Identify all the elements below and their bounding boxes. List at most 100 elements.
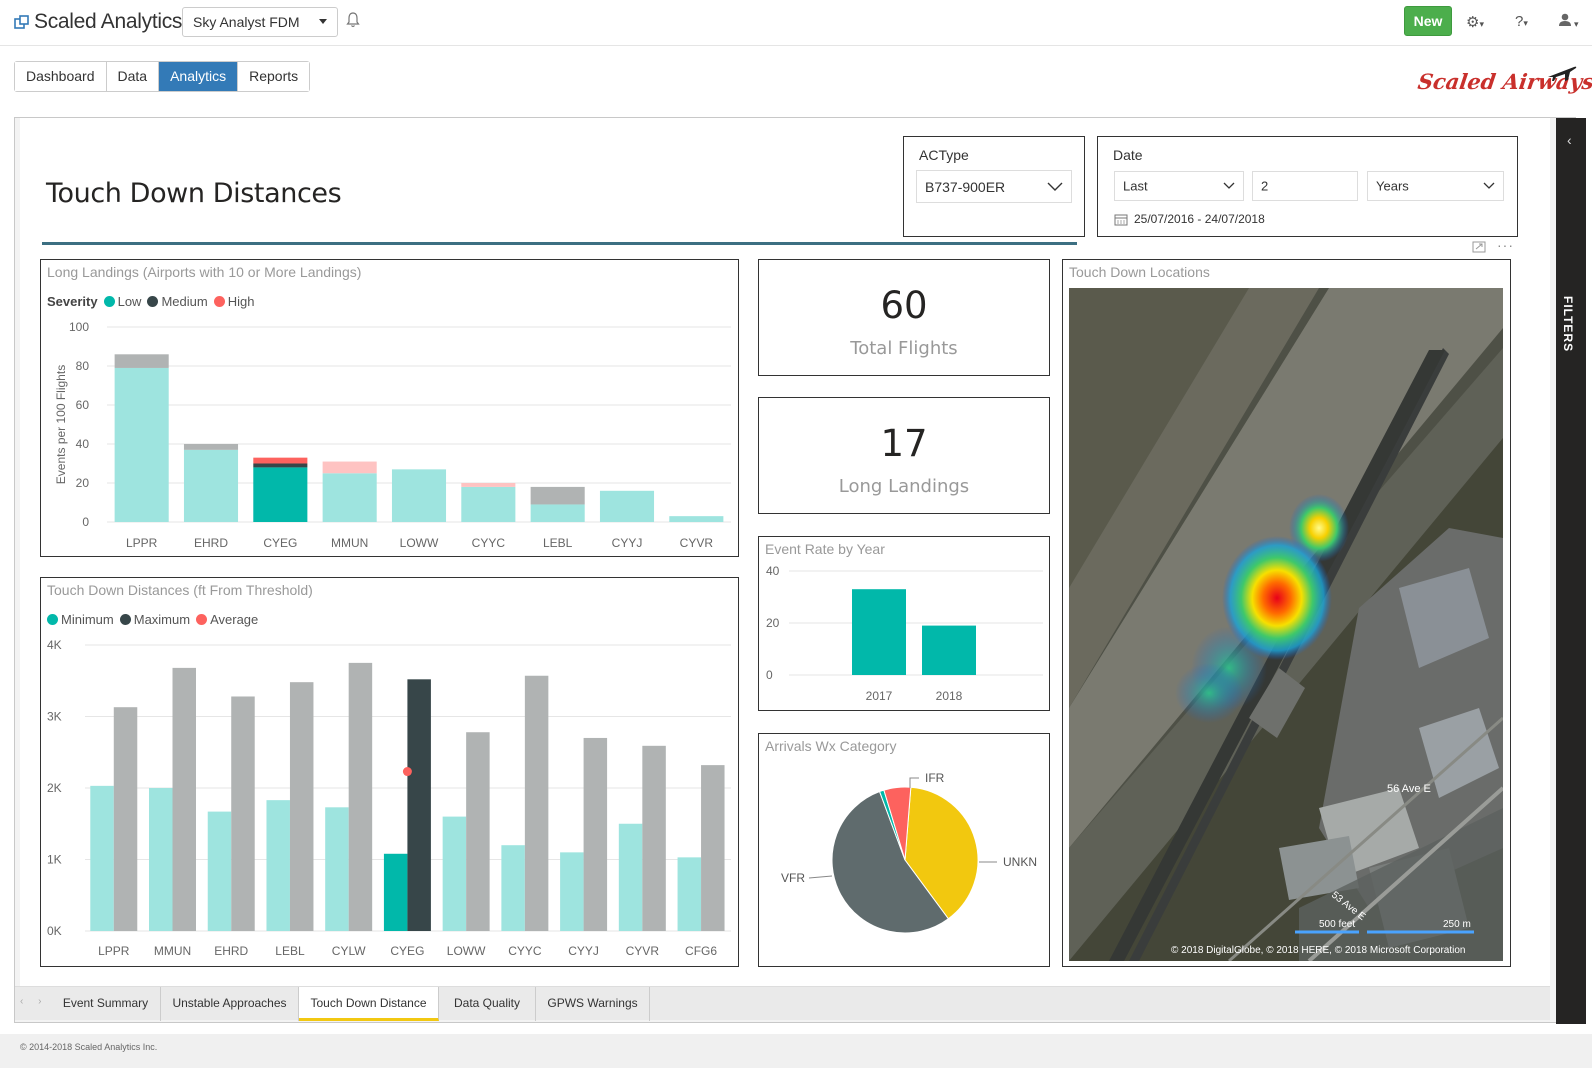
long-landings-chart[interactable]: Long Landings (Airports with 10 or More …	[40, 259, 739, 557]
brand[interactable]: Scaled Analytics	[14, 10, 182, 34]
leader-line-ifr	[909, 777, 919, 788]
chevron-down-icon	[1223, 182, 1235, 189]
airline-logo: Scaled Airways	[1416, 62, 1592, 102]
y-tick-label: 20	[76, 476, 90, 490]
y-tick-label: 80	[76, 359, 90, 373]
bar-low-cyeg	[253, 467, 308, 522]
bar-medium-ehrd	[183, 444, 239, 450]
pie-label-unkn: UNKN	[1003, 855, 1037, 869]
bar-low-cyyj	[599, 490, 655, 522]
map-canvas[interactable]: 56 Ave E 53 Ave E 500 feet 250 m © 2018 …	[1069, 288, 1503, 961]
filters-pane[interactable]: ‹ FILTERS	[1556, 118, 1586, 1024]
x-tick-label: EHRD	[214, 944, 248, 958]
y-tick-label: 60	[76, 398, 90, 412]
footer: © 2014-2018 Scaled Analytics Inc.	[0, 1034, 1592, 1068]
bar-medium-lppr	[114, 354, 169, 368]
help-icon[interactable]: ?▾	[1515, 13, 1528, 30]
actype-dropdown[interactable]: B737-900ER	[916, 170, 1072, 203]
user-icon	[1559, 13, 1571, 26]
settings-gear-icon[interactable]: ⚙▾	[1466, 13, 1484, 31]
x-tick-label: 2017	[866, 689, 893, 703]
nav-tab-analytics[interactable]: Analytics	[159, 62, 239, 91]
arrivals-wx-chart[interactable]: Arrivals Wx Category IFR UNKN VFR	[758, 733, 1050, 967]
bar-high-cyyc	[461, 483, 516, 487]
main-nav-tabs: Dashboard Data Analytics Reports	[14, 61, 311, 92]
page-tabs-bar: ‹ › Event Summary Unstable Approaches Touc…	[15, 986, 1550, 1021]
total-flights-card[interactable]: 60 Total Flights	[758, 259, 1050, 376]
bar-minimum-cyyc	[501, 845, 525, 931]
calendar-icon	[1114, 214, 1128, 226]
total-flights-value: 60	[880, 284, 928, 327]
x-tick-label: CYYJ	[568, 944, 599, 958]
x-tick-label: CYYJ	[612, 536, 643, 550]
chevron-left-icon[interactable]: ‹	[1567, 132, 1572, 148]
x-tick-label: LOWW	[447, 944, 486, 958]
bar-maximum-cyyc	[524, 675, 549, 931]
bar-minimum-mmun	[149, 788, 173, 931]
x-tick-label: LPPR	[126, 536, 158, 550]
y-tick-label: 2K	[47, 781, 62, 795]
date-unit-dropdown[interactable]: Years	[1367, 171, 1504, 201]
x-tick-label: CYEG	[263, 536, 297, 550]
touchdown-locations-map[interactable]: Touch Down Locations 56 Ave E 53 Ave E 5…	[1062, 259, 1511, 967]
y-tick-label: 100	[69, 320, 89, 334]
x-tick-label: LEBL	[275, 944, 305, 958]
map-street-label: 56 Ave E	[1387, 783, 1431, 795]
event-rate-chart[interactable]: Event Rate by Year 0 20 40 2017 2018	[758, 536, 1050, 711]
touchdown-distances-chart[interactable]: Touch Down Distances (ft From Threshold)…	[40, 577, 739, 967]
bar-high-mmun	[322, 461, 377, 474]
brand-name: Scaled Analytics	[34, 10, 183, 33]
new-button[interactable]: New	[1404, 6, 1452, 36]
bell-icon[interactable]	[346, 12, 360, 28]
bar-maximum-cyeg	[407, 679, 431, 931]
date-slicer-title: Date	[1113, 147, 1143, 163]
nav-tab-reports[interactable]: Reports	[238, 62, 310, 91]
long-landings-card[interactable]: 17 Long Landings	[758, 397, 1050, 514]
map-scale-feet: 500 feet	[1319, 919, 1355, 930]
bar-maximum-mmun	[172, 667, 196, 931]
page-tab-unstable-approaches[interactable]: Unstable Approaches	[161, 987, 299, 1021]
bar-minimum-lppr	[90, 785, 114, 931]
bar-minimum-ehrd	[207, 811, 232, 931]
page-tab-touch-down-distance[interactable]: Touch Down Distance	[299, 987, 439, 1021]
actype-dropdown-value: B737-900ER	[925, 178, 1006, 195]
report-canvas: Touch Down Distances ACType B737-900ER D…	[20, 118, 1550, 986]
pie-label-ifr: IFR	[925, 771, 945, 785]
y-tick-label: 40	[76, 437, 90, 451]
leader-line-vfr	[808, 875, 833, 879]
bar-low-ehrd	[183, 449, 239, 522]
date-count-input[interactable]: 2	[1252, 171, 1358, 201]
y-axis-label: Events per 100 Flights	[54, 365, 68, 484]
bar-low-cyvr	[669, 516, 724, 522]
long-landings-plot: 0 20 40 60 80 100 Events per 100 Flights LPPR EH…	[54, 320, 731, 550]
x-tick-label: LOWW	[400, 536, 439, 550]
nav-tab-data[interactable]: Data	[106, 62, 160, 91]
product-selector[interactable]: Sky Analyst FDM	[182, 7, 338, 37]
bar-maximum-lebl	[289, 682, 314, 931]
x-tick-label: 2018	[936, 689, 963, 703]
bar-maximum-cfg6	[701, 765, 725, 931]
nav-tab-dashboard[interactable]: Dashboard	[15, 62, 107, 91]
bar-minimum-loww	[442, 816, 467, 931]
bar-low-lebl	[530, 504, 585, 522]
y-tick-label: 1K	[47, 853, 62, 867]
x-tick-label: MMUN	[331, 536, 368, 550]
page-tab-event-summary[interactable]: Event Summary	[51, 987, 161, 1021]
page-nav-arrows-icon[interactable]: ‹ ›	[20, 996, 47, 1007]
page-tab-gpws-warnings[interactable]: GPWS Warnings	[536, 987, 650, 1021]
caret-down-icon	[319, 19, 327, 24]
user-menu-icon[interactable]: ▾	[1558, 13, 1579, 31]
page-tab-data-quality[interactable]: Data Quality	[439, 987, 536, 1021]
actype-slicer-title: ACType	[919, 147, 969, 163]
title-divider	[42, 242, 1077, 245]
page-title: Touch Down Distances	[46, 178, 342, 209]
y-tick-label: 0K	[47, 924, 62, 938]
x-tick-label: MMUN	[154, 944, 191, 958]
bar-low-loww	[391, 469, 447, 522]
date-mode-dropdown[interactable]: Last	[1114, 171, 1244, 201]
focus-mode-icon[interactable]	[1472, 241, 1486, 256]
more-options-icon[interactable]: ···	[1497, 237, 1514, 253]
product-selector-value: Sky Analyst FDM	[193, 14, 300, 30]
bar-2017	[852, 589, 906, 675]
bar-minimum-lebl	[266, 800, 290, 931]
